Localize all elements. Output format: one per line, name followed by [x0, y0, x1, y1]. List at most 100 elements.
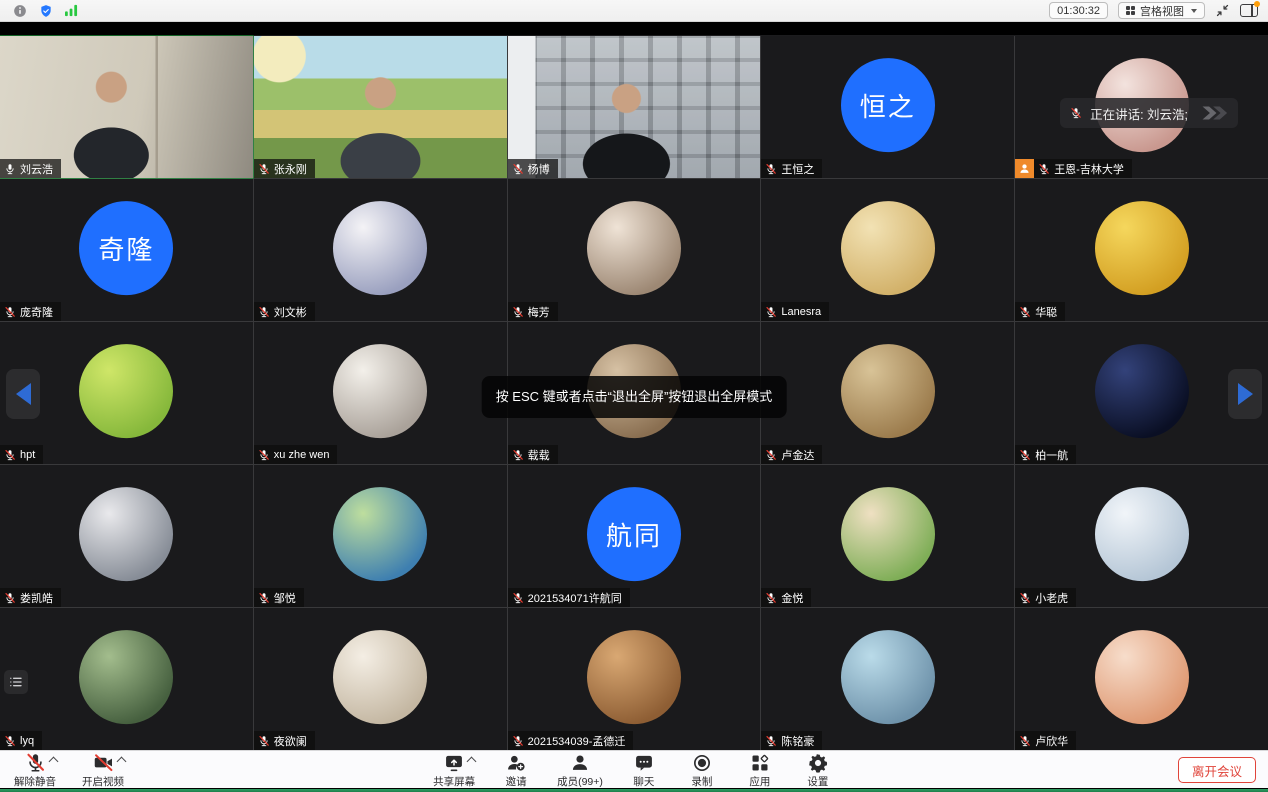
avatar: 航同: [587, 487, 681, 581]
toolbar-button-label: 设置: [807, 774, 828, 789]
toolbar-button-label: 共享屏幕: [433, 774, 475, 789]
participant-tile[interactable]: 杨博: [508, 36, 761, 178]
toolbar-button-members[interactable]: 成员(99+): [557, 752, 603, 789]
participant-tile[interactable]: 刘文彬: [254, 179, 507, 321]
participant-tile[interactable]: 张永刚: [254, 36, 507, 178]
participant-nameplate: 卢欣华: [1015, 731, 1076, 750]
participant-name: 2021534071许航同: [528, 590, 622, 606]
participant-nameplate: 2021534071许航同: [508, 588, 630, 607]
mic-muted-icon: [765, 592, 777, 604]
participant-tile[interactable]: 2021534039-孟德迁: [508, 608, 761, 750]
participant-name: 柏一航: [1035, 447, 1068, 463]
participant-name: 小老虎: [1035, 590, 1068, 606]
participant-name: 陈铭豪: [781, 733, 814, 749]
mic-muted-icon: [4, 735, 16, 747]
participant-tile[interactable]: 航同 2021534071许航同: [508, 465, 761, 607]
settings-icon: [808, 753, 828, 773]
participant-nameplate: 柏一航: [1015, 445, 1076, 464]
avatar: [333, 487, 427, 581]
mic-muted-icon: [765, 163, 777, 175]
mic-muted-icon: [258, 592, 270, 604]
video-feed: [254, 36, 507, 178]
participant-tile[interactable]: 卢金达: [761, 322, 1014, 464]
participant-tile[interactable]: 恒之 王恒之: [761, 36, 1014, 178]
mic-muted-icon: [1019, 306, 1031, 318]
participant-tile[interactable]: xu zhe wen: [254, 322, 507, 464]
participant-tile[interactable]: 小老虎: [1015, 465, 1268, 607]
participant-name: 王恒之: [781, 161, 814, 177]
avatar: [333, 344, 427, 438]
avatar: [1095, 344, 1189, 438]
participant-tile[interactable]: 华聪: [1015, 179, 1268, 321]
mic-muted-icon: [765, 306, 777, 318]
avatar: [79, 487, 173, 581]
next-page-button[interactable]: [1228, 369, 1262, 419]
participant-name: 载载: [528, 447, 550, 463]
participant-name: lyq: [20, 735, 34, 747]
participant-name: 卢金达: [781, 447, 814, 463]
participant-tile[interactable]: 奇隆 庞奇隆: [0, 179, 253, 321]
participant-name: 杨博: [528, 161, 550, 177]
toolbar-button-record[interactable]: 录制: [685, 752, 719, 789]
shield-icon[interactable]: [38, 3, 53, 18]
leave-meeting-button[interactable]: 离开会议: [1178, 757, 1256, 783]
mic-muted-icon: [4, 449, 16, 461]
mic-muted-icon: [512, 306, 524, 318]
participant-name: 刘云浩: [20, 161, 53, 177]
participant-tile[interactable]: 夜欲阑: [254, 608, 507, 750]
invite-icon: [506, 753, 526, 773]
participant-tile[interactable]: Lanesra: [761, 179, 1014, 321]
avatar: [587, 201, 681, 295]
participant-nameplate: lyq: [0, 731, 42, 750]
participant-tile[interactable]: 金悦: [761, 465, 1014, 607]
toolbar-button-share-screen[interactable]: 共享屏幕: [433, 752, 475, 789]
participant-nameplate: 张永刚: [254, 159, 315, 178]
host-badge: [1015, 159, 1034, 178]
mic-muted-icon: [512, 735, 524, 747]
mic-muted-icon: [1070, 107, 1082, 119]
participant-nameplate: hpt: [0, 445, 43, 464]
participant-name: 卢欣华: [1035, 733, 1068, 749]
view-mode-dropdown[interactable]: 宫格视图: [1118, 2, 1205, 19]
participant-nameplate: 卢金达: [761, 445, 822, 464]
exit-fullscreen-icon[interactable]: [1215, 3, 1230, 18]
signal-icon[interactable]: [64, 3, 79, 18]
toolbar-button-apps[interactable]: 应用: [743, 752, 777, 789]
toolbar-button-label: 聊天: [633, 774, 654, 789]
participant-nameplate: 2021534039-孟德迁: [508, 731, 634, 750]
mic-muted-icon: [258, 306, 270, 318]
participant-nameplate: 王恒之: [761, 159, 822, 178]
avatar: [841, 201, 935, 295]
side-panel-icon[interactable]: [1240, 3, 1258, 18]
list-toggle-icon[interactable]: [4, 670, 28, 694]
participant-tile[interactable]: 娄凯皓: [0, 465, 253, 607]
participant-nameplate: 刘云浩: [0, 159, 61, 178]
info-icon[interactable]: [12, 3, 27, 18]
toolbar-button-invite[interactable]: 邀请: [499, 752, 533, 789]
participant-nameplate: Lanesra: [761, 302, 829, 321]
mic-muted-icon: [1019, 449, 1031, 461]
apps-icon: [750, 753, 770, 773]
participant-tile[interactable]: 邹悦: [254, 465, 507, 607]
grid-view-icon: [1126, 6, 1135, 15]
participant-tile[interactable]: 梅芳: [508, 179, 761, 321]
avatar: [79, 344, 173, 438]
toolbar-button-settings[interactable]: 设置: [801, 752, 835, 789]
participant-tile[interactable]: 刘云浩: [0, 36, 253, 178]
toolbar-center-group: 共享屏幕 邀请 成员(99+) 聊天 录制 应用 设置: [0, 751, 1268, 789]
avatar: [587, 630, 681, 724]
toolbar-button-chat[interactable]: 聊天: [627, 752, 661, 789]
participant-tile[interactable]: lyq: [0, 608, 253, 750]
toolbar-button-label: 应用: [749, 774, 770, 789]
participant-tile[interactable]: 卢欣华: [1015, 608, 1268, 750]
participant-name: Lanesra: [781, 306, 821, 318]
mic-muted-icon: [765, 449, 777, 461]
mic-muted-icon: [1038, 163, 1050, 175]
mic-on-icon: [4, 163, 16, 175]
participant-name: 邹悦: [274, 590, 296, 606]
chevron-up-icon[interactable]: [467, 756, 477, 766]
participant-nameplate: 杨博: [508, 159, 558, 178]
prev-page-button[interactable]: [6, 369, 40, 419]
participant-tile[interactable]: 陈铭豪: [761, 608, 1014, 750]
avatar: [1095, 487, 1189, 581]
